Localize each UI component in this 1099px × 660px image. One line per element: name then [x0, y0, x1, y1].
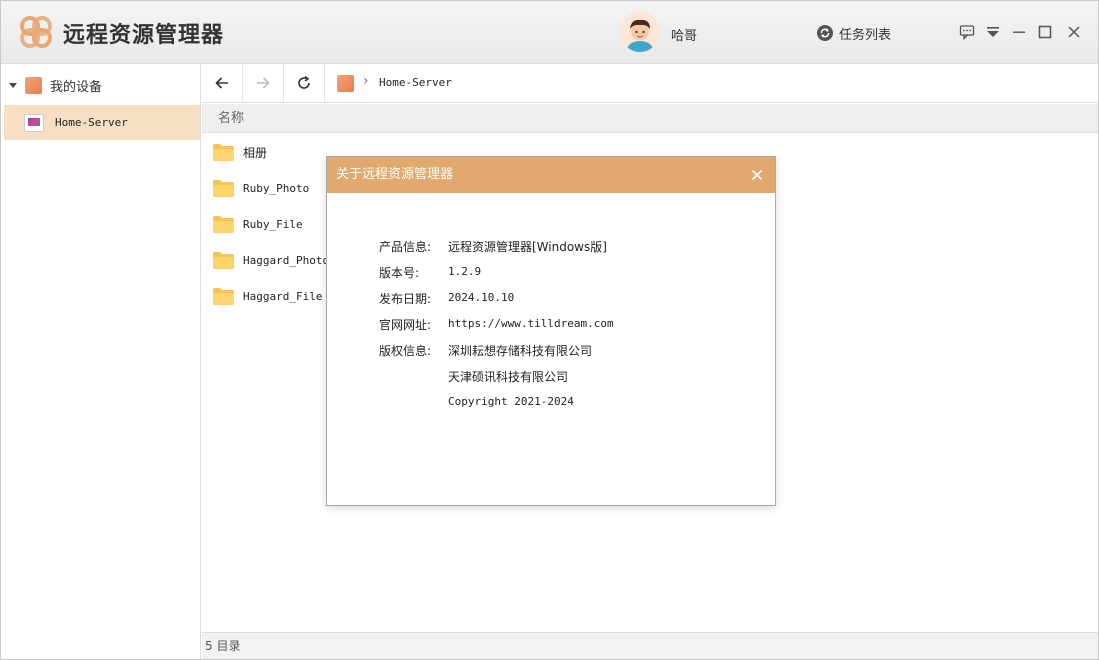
info-value-copyright-years: Copyright 2021-2024: [448, 395, 574, 408]
info-value-product: 远程资源管理器[Windows版]: [448, 240, 607, 254]
info-label-release-date: 发布日期:: [379, 292, 432, 306]
task-list-button[interactable]: 任务列表: [817, 24, 892, 43]
server-icon: [24, 113, 44, 132]
close-icon[interactable]: [1065, 23, 1083, 41]
refresh-circle-icon: [817, 25, 833, 41]
back-button[interactable]: [202, 64, 243, 102]
app-window: 远程资源管理器 哈哥 任务列表 我的设备 Home-Server › Home-…: [0, 0, 1099, 660]
sidebar-item-home-server[interactable]: Home-Server: [4, 105, 200, 140]
info-label-version: 版本号:: [379, 266, 420, 280]
minimize-icon[interactable]: [1010, 23, 1028, 41]
file-name: 相册: [243, 145, 268, 160]
folder-icon: [213, 215, 234, 233]
info-value-release-date: 2024.10.10: [448, 291, 515, 304]
column-header-name[interactable]: 名称: [202, 104, 1098, 133]
forward-button[interactable]: [243, 64, 284, 102]
folder-icon: [213, 143, 234, 161]
sidebar: 我的设备 Home-Server: [1, 64, 201, 659]
info-value-website[interactable]: https://www.tilldream.com: [448, 317, 614, 330]
folder-icon: [213, 251, 234, 269]
info-value-company-2: 天津硕讯科技有限公司: [448, 370, 569, 384]
maximize-icon[interactable]: [1036, 23, 1054, 41]
info-label-product: 产品信息:: [379, 240, 432, 254]
file-name: Haggard_Photo: [243, 253, 330, 267]
sidebar-root-label: 我的设备: [50, 79, 103, 95]
avatar[interactable]: [620, 12, 660, 52]
dialog-close-icon[interactable]: [749, 167, 765, 183]
device-group-icon: [25, 76, 42, 94]
arrow-right-icon: [257, 77, 270, 89]
file-name: Ruby_Photo: [243, 181, 310, 195]
title-bar: 远程资源管理器 哈哥 任务列表: [1, 1, 1098, 64]
breadcrumb[interactable]: Home-Server: [379, 76, 452, 89]
feedback-icon[interactable]: [958, 23, 976, 41]
toolbar: › Home-Server: [202, 64, 1098, 103]
breadcrumb-device-icon[interactable]: [337, 75, 354, 92]
username[interactable]: 哈哥: [671, 25, 697, 44]
info-label-website: 官网网址:: [379, 318, 432, 332]
status-bar: 5 目录: [202, 632, 1098, 659]
chevron-right-icon: ›: [363, 73, 369, 89]
caret-down-icon[interactable]: [9, 82, 17, 88]
file-name: Ruby_File: [243, 217, 303, 231]
task-list-label: 任务列表: [839, 27, 892, 43]
file-name: Haggard_File: [243, 289, 323, 303]
refresh-icon: [298, 75, 310, 89]
app-title: 远程资源管理器: [63, 23, 225, 48]
dropdown-menu-icon[interactable]: [984, 23, 1002, 41]
dialog-title: 关于远程资源管理器: [327, 157, 775, 193]
about-dialog: 关于远程资源管理器 产品信息: 远程资源管理器[Windows版] 版本号: 1…: [326, 156, 776, 506]
refresh-button[interactable]: [284, 64, 325, 102]
folder-icon: [213, 287, 234, 305]
app-logo-icon: [20, 16, 52, 48]
sidebar-item-label: Home-Server: [55, 116, 128, 129]
info-value-company-1: 深圳耘想存储科技有限公司: [448, 344, 593, 358]
sidebar-root-my-devices[interactable]: 我的设备: [9, 74, 102, 96]
info-value-version: 1.2.9: [448, 265, 482, 278]
arrow-left-icon: [215, 77, 228, 89]
info-label-copyright: 版权信息:: [379, 344, 432, 358]
folder-icon: [213, 179, 234, 197]
avatar-icon: [620, 12, 660, 52]
